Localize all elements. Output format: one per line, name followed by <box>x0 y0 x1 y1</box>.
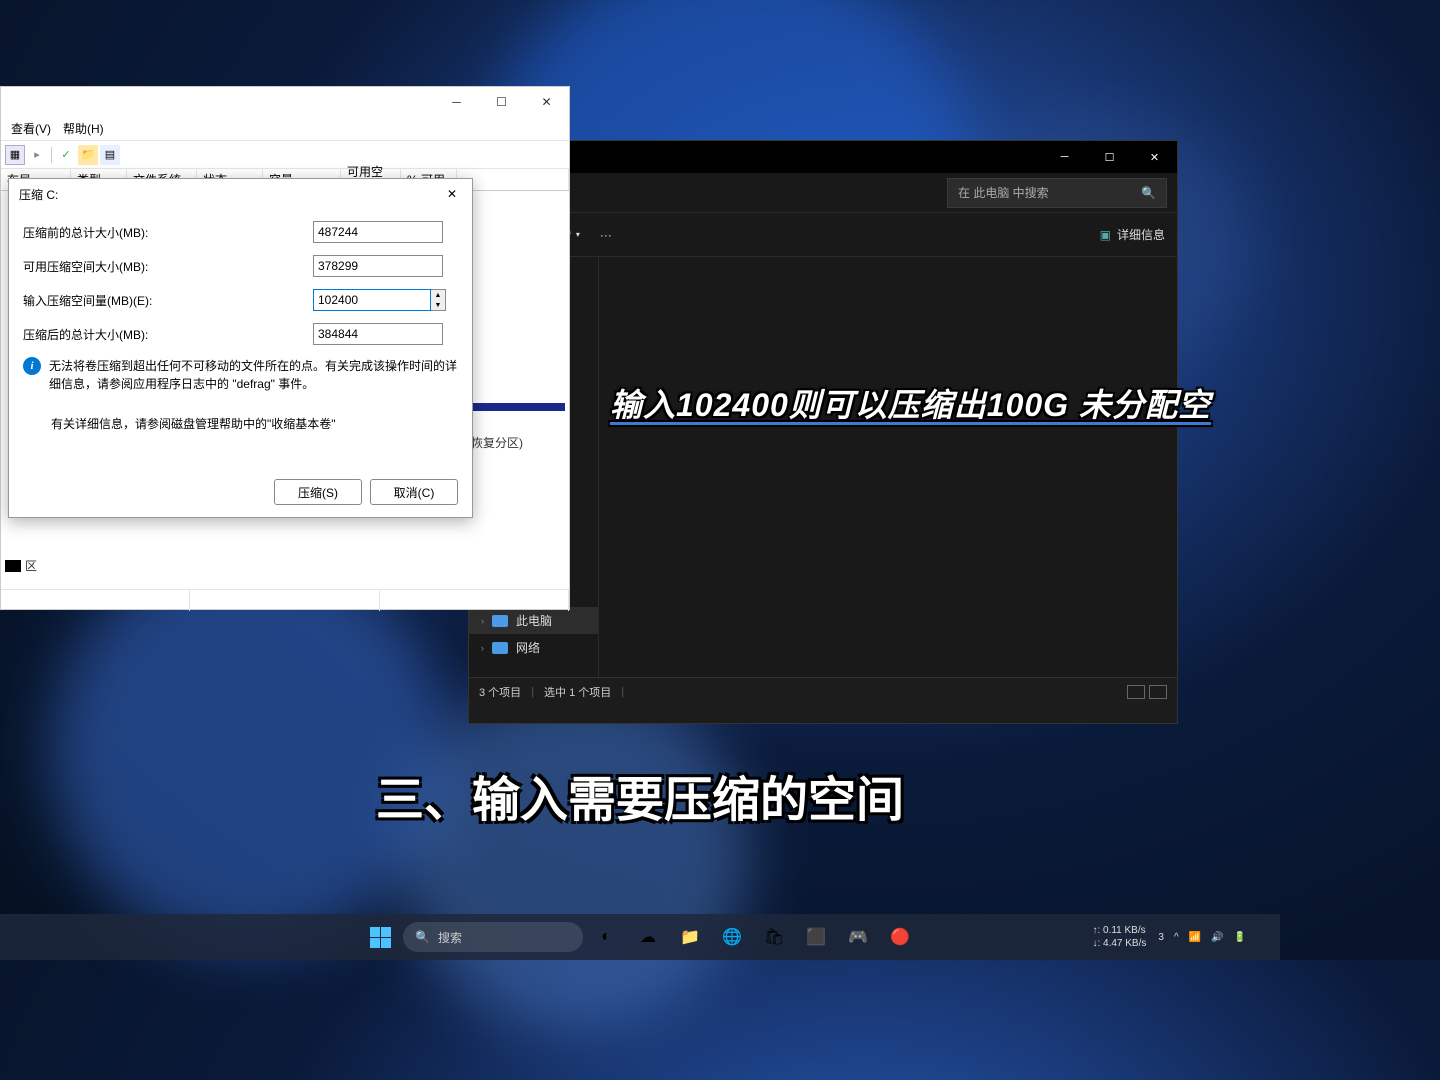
wifi-icon[interactable]: 📶 <box>1189 932 1201 943</box>
app-icon[interactable]: 🎮 <box>839 918 877 956</box>
task-view-icon[interactable]: ◐ <box>587 918 625 956</box>
explorer-address-row: 在 此电脑 中搜索 🔍 <box>469 173 1177 213</box>
shrink-amount-label: 输入压缩空间量(MB)(E): <box>23 292 313 309</box>
taskbar-search[interactable]: 🔍 搜索 <box>403 922 583 952</box>
annotation-tip: 输入102400则可以压缩出100G 未分配空 <box>610 380 1211 426</box>
chevron-right-icon: › <box>481 616 484 626</box>
chevron-right-icon: › <box>481 643 484 653</box>
list-view-icon[interactable] <box>1127 685 1145 699</box>
shrink-button[interactable]: 压缩(S) <box>274 479 362 505</box>
close-button[interactable]: ✕ <box>432 179 472 209</box>
minimize-button[interactable]: ─ <box>434 87 479 117</box>
network-speed: ↑: 0.11 KB/s ↓: 4.47 KB/s <box>1092 924 1146 950</box>
total-size-before-label: 压缩前的总计大小(MB): <box>23 224 313 241</box>
annotation-step: 三、输入需要压缩的空间 <box>0 760 1280 830</box>
pc-icon <box>492 615 508 627</box>
partition-graphic[interactable] <box>471 403 565 411</box>
toolbar-icon[interactable]: ▤ <box>100 145 120 165</box>
total-size-after-label: 压缩后的总计大小(MB): <box>23 326 313 343</box>
dm-toolbar: ▦ ▸ ✓ 📁 ▤ <box>1 141 569 169</box>
windows-logo-icon <box>370 927 391 948</box>
search-placeholder: 在 此电脑 中搜索 <box>958 184 1049 201</box>
more-button[interactable]: ··· <box>600 228 612 242</box>
file-explorer-window: ─ ☐ ✕ 在 此电脑 中搜索 🔍 排序▾ ☰ 查看▾ ··· ▣详细信息 › … <box>468 140 1178 724</box>
dm-statusbar <box>1 589 569 611</box>
cancel-button[interactable]: 取消(C) <box>370 479 458 505</box>
shrink-info-text: 无法将卷压缩到超出任何不可移动的文件所在的点。有关完成该操作时间的详细信息，请参… <box>49 357 458 393</box>
nav-network[interactable]: › 网络 <box>469 634 598 661</box>
maximize-button[interactable]: ☐ <box>479 87 524 117</box>
available-shrink-value: 378299 <box>313 255 443 277</box>
taskbar: 🔍 搜索 ◐ ☁ 📁 🌐 🛍 ⬛ 🎮 🔴 ↑: 0.11 KB/s ↓: 4.4… <box>0 914 1280 960</box>
recovery-partition-label: 恢复分区) <box>471 434 523 451</box>
app-icon[interactable]: ⬛ <box>797 918 835 956</box>
total-size-after-value: 384844 <box>313 323 443 345</box>
selected-count: 选中 1 个项目 <box>544 684 611 700</box>
explorer-icon[interactable]: 📁 <box>671 918 709 956</box>
toolbar-icon[interactable]: ✓ <box>56 145 76 165</box>
toolbar-icon[interactable]: ▦ <box>5 145 25 165</box>
toolbar-icon[interactable]: ▸ <box>27 145 47 165</box>
taskbar-app-icon[interactable]: ☁ <box>629 918 667 956</box>
grid-view-icon[interactable] <box>1149 685 1167 699</box>
explorer-toolbar: 排序▾ ☰ 查看▾ ··· ▣详细信息 <box>469 213 1177 257</box>
shrink-amount-input[interactable] <box>313 289 431 311</box>
edge-icon[interactable]: 🌐 <box>713 918 751 956</box>
close-button[interactable]: ✕ <box>1132 141 1177 173</box>
shrink-title-text: 压缩 C: <box>19 186 58 203</box>
maximize-button[interactable]: ☐ <box>1087 141 1132 173</box>
shrink-amount-spinner[interactable]: ▲ ▼ <box>313 289 446 311</box>
search-icon: 🔍 <box>415 930 430 944</box>
shrink-titlebar: 压缩 C: ✕ <box>9 179 472 209</box>
shrink-volume-dialog: 压缩 C: ✕ 压缩前的总计大小(MB): 487244 可用压缩空间大小(MB… <box>8 178 473 518</box>
start-button[interactable] <box>361 918 399 956</box>
menu-view[interactable]: 查看(V) <box>5 118 57 139</box>
item-count: 3 个项目 <box>479 684 521 700</box>
store-icon[interactable]: 🛍 <box>755 918 793 956</box>
available-shrink-label: 可用压缩空间大小(MB): <box>23 258 313 275</box>
unallocated-legend: 区 <box>5 557 37 574</box>
spin-down-button[interactable]: ▼ <box>431 300 445 310</box>
dm-titlebar: ─ ☐ ✕ <box>1 87 569 117</box>
system-tray[interactable]: 3 ^ 📶 🔊 🔋 <box>1150 932 1254 943</box>
volume-icon[interactable]: 🔊 <box>1211 932 1223 943</box>
menu-help[interactable]: 帮助(H) <box>57 118 110 139</box>
nav-this-pc[interactable]: › 此电脑 <box>469 607 598 634</box>
toolbar-icon[interactable]: 📁 <box>78 145 98 165</box>
explorer-statusbar: 3 个项目 | 选中 1 个项目 | <box>469 677 1177 705</box>
dm-menubar: 查看(V) 帮助(H) <box>1 117 569 141</box>
explorer-body: › 此电脑 › 网络 <box>469 257 1177 677</box>
network-icon <box>492 642 508 654</box>
close-button[interactable]: ✕ <box>524 87 569 117</box>
explorer-search-input[interactable]: 在 此电脑 中搜索 🔍 <box>947 178 1167 208</box>
minimize-button[interactable]: ─ <box>1042 141 1087 173</box>
search-icon: 🔍 <box>1141 186 1156 200</box>
total-size-before-value: 487244 <box>313 221 443 243</box>
battery-icon[interactable]: 🔋 <box>1234 932 1246 943</box>
spin-up-button[interactable]: ▲ <box>431 290 445 300</box>
shrink-help-link: 有关详细信息，请参阅磁盘管理帮助中的"收缩基本卷" <box>23 415 458 432</box>
tray-badge: 3 <box>1158 932 1164 943</box>
explorer-titlebar: ─ ☐ ✕ <box>469 141 1177 173</box>
info-icon: i <box>23 357 41 375</box>
details-button[interactable]: ▣详细信息 <box>1100 226 1165 243</box>
app-icon[interactable]: 🔴 <box>881 918 919 956</box>
chevron-up-icon[interactable]: ^ <box>1174 932 1179 943</box>
